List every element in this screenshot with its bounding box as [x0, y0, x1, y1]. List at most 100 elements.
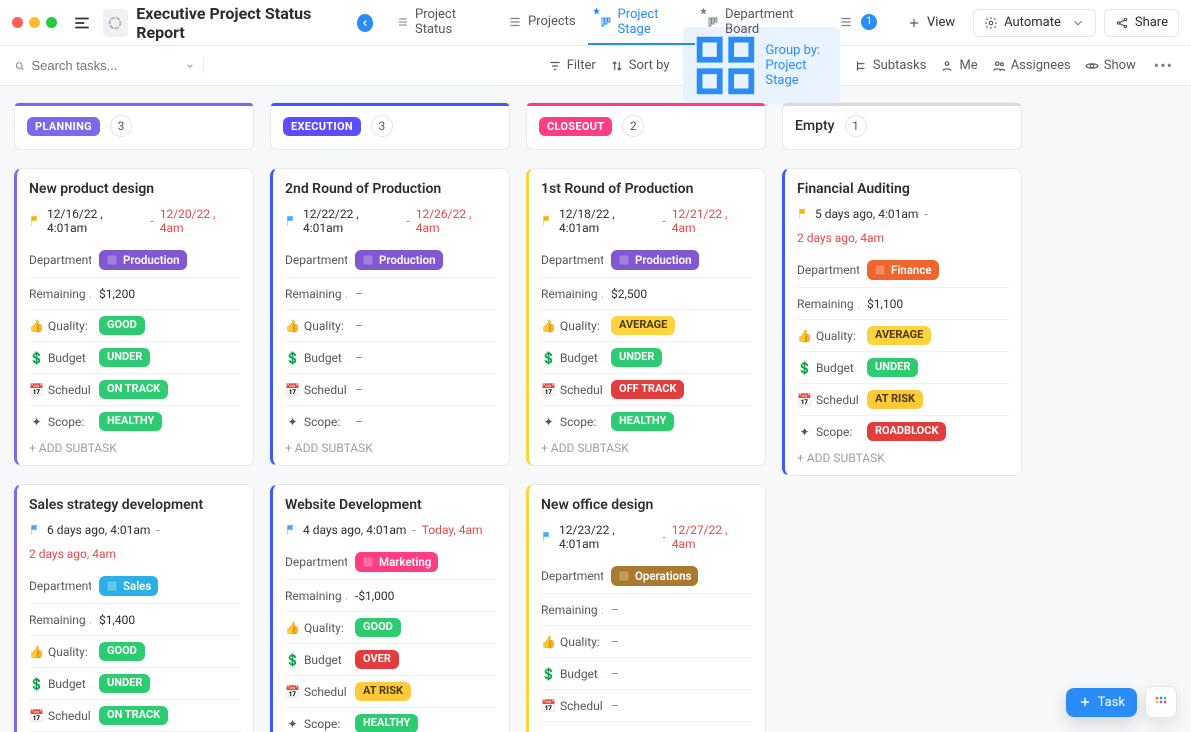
card-dates: 12/23/22 , 4:01am -12/27/22 , 4am: [541, 523, 753, 551]
department-badge: Production: [99, 250, 187, 270]
column-header[interactable]: EXECUTION 3: [270, 102, 510, 150]
schedule-badge: –: [355, 383, 363, 397]
button-label: Subtasks: [873, 58, 927, 73]
scope-badge: ROADBLOCK: [867, 422, 946, 440]
tab-label: Project Stage: [618, 7, 684, 37]
apps-button[interactable]: [1145, 686, 1177, 718]
card-start-date: 4 days ago, 4:01am: [303, 523, 406, 537]
window-minimize-icon[interactable]: [29, 17, 40, 28]
field-label-budget: 💲Budget: [285, 350, 347, 365]
tab-overflow[interactable]: 1: [827, 0, 889, 45]
subtasks-button[interactable]: Subtasks: [854, 58, 927, 73]
field-label-department: Department:: [541, 253, 603, 267]
field-label-department: Department:: [29, 253, 91, 267]
scope-badge: HEALTHY: [99, 412, 162, 430]
task-card[interactable]: New product design 12/16/22 , 4:01am -12…: [14, 168, 254, 466]
column-header[interactable]: Empty 1: [782, 102, 1022, 150]
column-header[interactable]: CLOSEOUT 2: [526, 102, 766, 150]
toolbar: Filter Sort by Group by: Project Stage S…: [0, 46, 1191, 86]
card-dates: 12/18/22 , 4:01am -12/21/22 , 4am: [541, 207, 753, 235]
quality-badge: GOOD: [99, 316, 145, 334]
field-label-remaining: Remaining: [285, 589, 347, 603]
add-subtask-button[interactable]: + ADD SUBTASK: [797, 451, 1009, 465]
tab-label: Department Board: [725, 7, 815, 37]
task-card[interactable]: Financial Auditing 5 days ago, 4:01am - …: [782, 168, 1022, 476]
tab-project-status[interactable]: Project Status: [385, 0, 496, 45]
card-title: New office design: [541, 497, 753, 513]
column-label: CLOSEOUT: [539, 117, 612, 136]
card-title: New product design: [29, 181, 241, 197]
new-task-button[interactable]: Task: [1066, 688, 1137, 717]
column-label: Empty: [795, 118, 835, 134]
task-card[interactable]: 2nd Round of Production 12/22/22 , 4:01a…: [270, 168, 510, 466]
schedule-badge: ON TRACK: [99, 380, 168, 398]
me-button[interactable]: Me: [940, 58, 977, 73]
task-card[interactable]: New office design 12/23/22 , 4:01am -12/…: [526, 484, 766, 732]
priority-flag-icon: [797, 207, 809, 221]
field-label-scope: ✦Scope:: [285, 716, 347, 731]
field-label-scope: ✦Scope:: [797, 424, 859, 439]
quality-badge: –: [355, 319, 363, 333]
department-badge: Production: [355, 250, 443, 270]
remaining-value: –: [355, 287, 363, 301]
window-close-icon[interactable]: [12, 17, 23, 28]
tab-label: Projects: [528, 14, 576, 29]
remaining-value: –: [611, 603, 619, 617]
tab-project-stage[interactable]: Project Stage: [588, 0, 695, 45]
column-empty: Empty 1 Financial Auditing 5 days ago, 4…: [782, 102, 1022, 692]
task-card[interactable]: Website Development 4 days ago, 4:01am -…: [270, 484, 510, 732]
card-overflow-date: 2 days ago, 4am: [797, 231, 1009, 245]
field-label-department: Department:: [797, 263, 859, 277]
more-icon[interactable]: •••: [1150, 56, 1177, 75]
show-button[interactable]: Show: [1085, 58, 1136, 73]
field-label-quality: 👍Quality:: [29, 644, 91, 659]
column-header[interactable]: PLANNING 3: [14, 102, 254, 150]
add-subtask-button[interactable]: + ADD SUBTASK: [541, 441, 753, 455]
filter-button[interactable]: Filter: [548, 58, 596, 73]
field-label-schedule: 📅Schedule:: [29, 708, 91, 723]
tab-label: Project Status: [415, 7, 484, 37]
workspace-icon[interactable]: [103, 9, 129, 37]
card-due-date: 12/27/22 , 4am: [672, 523, 753, 551]
priority-flag-icon: [285, 214, 297, 228]
field-label-department: Department:: [541, 569, 603, 583]
add-subtask-button[interactable]: + ADD SUBTASK: [29, 441, 241, 455]
card-title: Sales strategy development: [29, 497, 241, 513]
window-zoom-icon[interactable]: [46, 17, 57, 28]
card-title: Website Development: [285, 497, 497, 513]
tab-projects[interactable]: Projects: [496, 0, 588, 45]
sort-button[interactable]: Sort by: [610, 58, 670, 73]
field-label-department: Department:: [285, 555, 347, 569]
field-label-quality: 👍Quality:: [541, 634, 603, 649]
task-card[interactable]: 1st Round of Production 12/18/22 , 4:01a…: [526, 168, 766, 466]
field-label-scope: ✦Scope:: [285, 414, 347, 429]
card-due-date: 12/21/22 , 4am: [672, 207, 753, 235]
card-start-date: 12/18/22 , 4:01am: [559, 207, 656, 235]
menu-icon[interactable]: [69, 9, 95, 37]
remaining-value: -$1,000: [355, 589, 394, 603]
nav-back-button[interactable]: [357, 14, 373, 32]
assignees-button[interactable]: Assignees: [992, 58, 1071, 73]
field-label-quality: 👍Quality:: [541, 318, 603, 333]
remaining-value: $2,500: [611, 287, 647, 301]
field-label-budget: 💲Budget: [29, 676, 91, 691]
task-card[interactable]: Sales strategy development 6 days ago, 4…: [14, 484, 254, 732]
card-dates: 6 days ago, 4:01am -: [29, 523, 241, 537]
card-start-date: 12/23/22 , 4:01am: [559, 523, 656, 551]
schedule-badge: AT RISK: [867, 390, 923, 408]
add-subtask-button[interactable]: + ADD SUBTASK: [285, 441, 497, 455]
field-label-remaining: Remaining: [285, 287, 347, 301]
card-title: Financial Auditing: [797, 181, 1009, 197]
search-dropdown-icon[interactable]: [185, 60, 195, 72]
priority-flag-icon: [29, 523, 41, 537]
search-input[interactable]: [31, 58, 179, 73]
card-due-date: Today, 4am: [422, 523, 483, 537]
view-tabs: Project Status Projects Project Stage De…: [385, 0, 889, 45]
field-label-remaining: Remaining: [541, 603, 603, 617]
window-controls: [12, 17, 57, 28]
button-label: Task: [1098, 695, 1125, 710]
column-execution: EXECUTION 3 2nd Round of Production 12/2…: [270, 102, 510, 692]
schedule-badge: ON TRACK: [99, 706, 168, 724]
tab-department-board[interactable]: Department Board: [695, 0, 827, 45]
field-label-budget: 💲Budget: [29, 350, 91, 365]
